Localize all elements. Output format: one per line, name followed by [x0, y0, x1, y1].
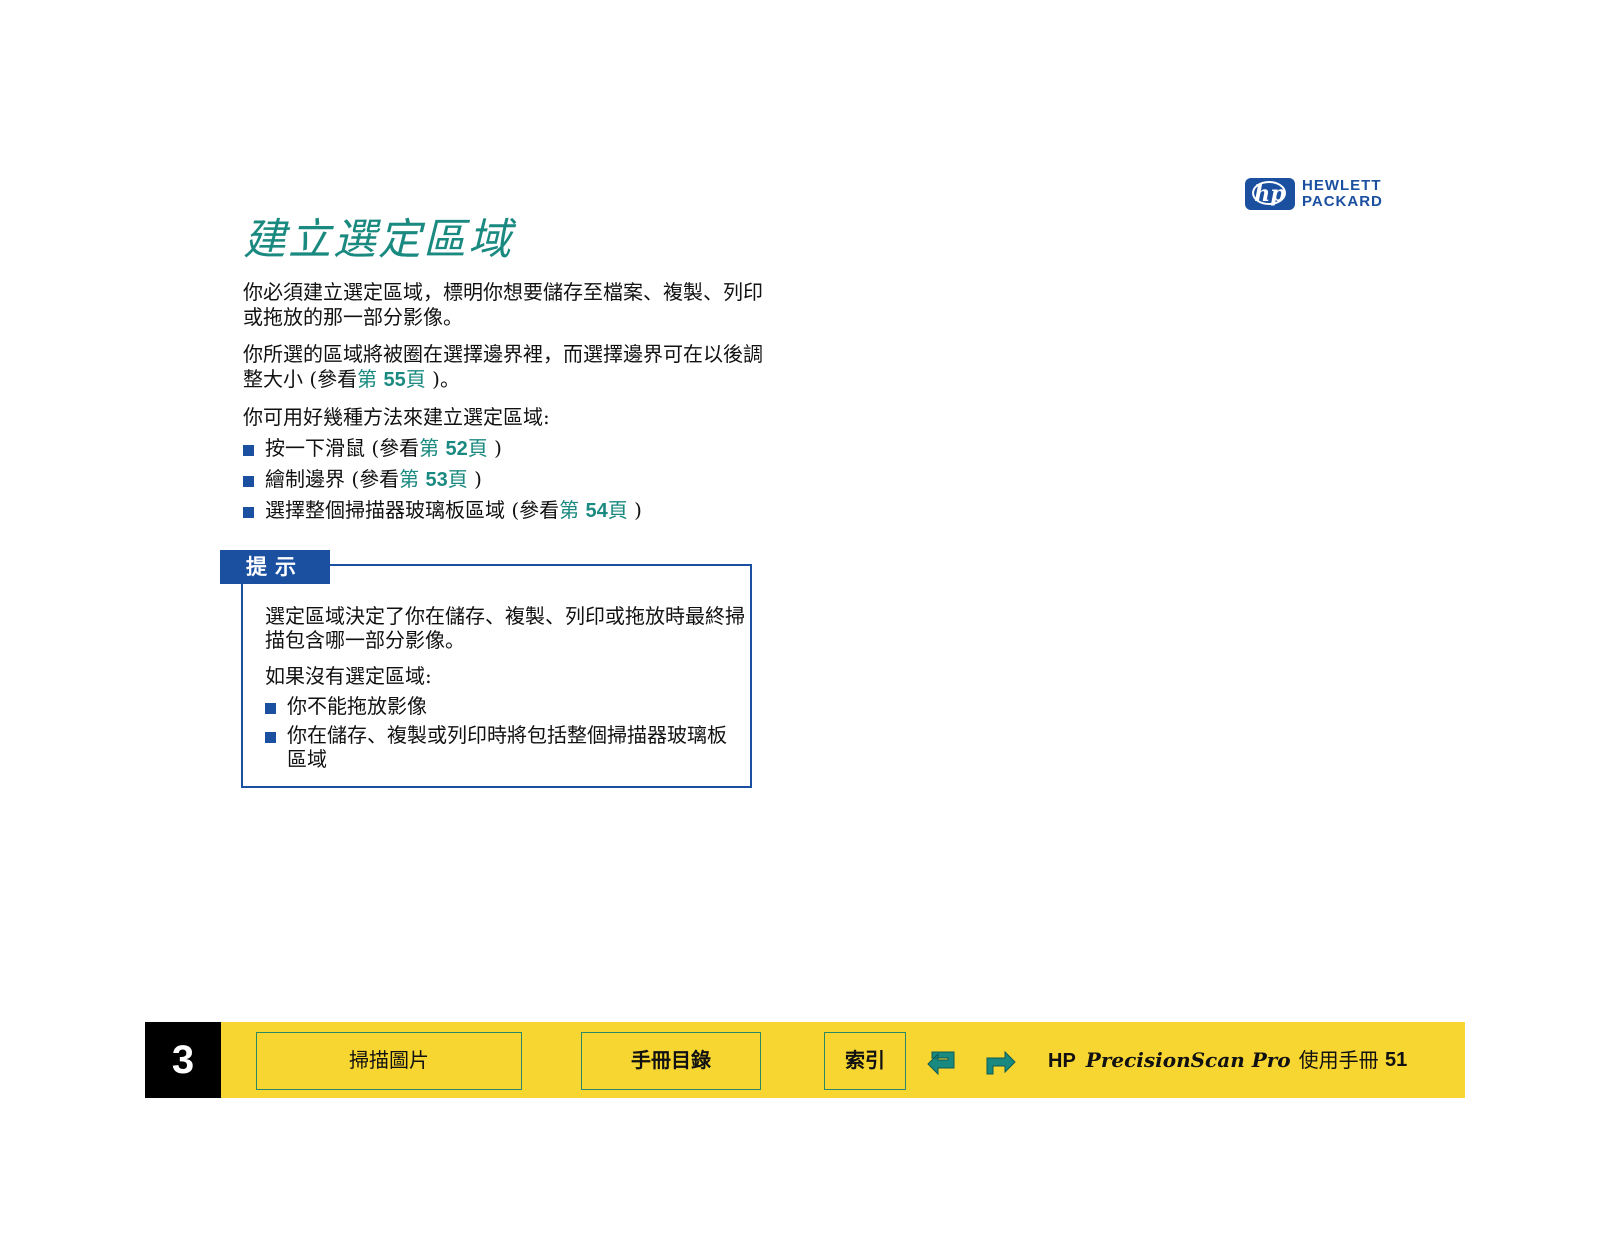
ref-num: 55: [383, 369, 406, 391]
hp-logo-text: HEWLETT PACKARD: [1302, 178, 1383, 210]
tip-body: 選定區域決定了你在儲存、複製、列印或拖放時最終掃描包含哪一部分影像。 如果沒有選…: [265, 604, 745, 776]
methods-intro: 你可用好幾種方法來建立選定區域:: [243, 405, 550, 429]
ref-prefix: 第: [419, 436, 440, 460]
method-tail: ): [627, 498, 642, 522]
ref-num: 54: [585, 500, 608, 522]
method-tail: ): [487, 436, 502, 460]
ref-prefix: 第: [399, 467, 420, 491]
page-title: 建立選定區域: [243, 215, 513, 265]
tip-list: 你不能拖放影像 你在儲存、複製或列印時將包括整個掃描器玻璃板區域: [265, 694, 745, 771]
nav-scan-images-button[interactable]: 掃描圖片: [256, 1032, 522, 1090]
forward-arrow-icon[interactable]: [983, 1046, 1019, 1080]
method-tail: ): [467, 467, 482, 491]
tip-paragraph-2: 如果沒有選定區域:: [265, 664, 432, 688]
tip-paragraph-1: 選定區域決定了你在儲存、複製、列印或拖放時最終掃描包含哪一部分影像。: [265, 604, 745, 652]
method-item: 按一下滑鼠 (參看第 52頁 ): [243, 436, 763, 462]
page-ref-52[interactable]: 第 52頁: [419, 436, 488, 460]
brand-hp: HP: [1048, 1050, 1076, 1072]
main-content: 你必須建立選定區域，標明你想要儲存至檔案、複製、列印或拖放的那一部分影像。 你所…: [243, 280, 763, 529]
page-ref-55[interactable]: 第 55頁: [357, 367, 426, 391]
product-name: PrecisionScan Pro: [1085, 1048, 1291, 1072]
chapter-number: 3: [145, 1022, 221, 1098]
manual-label: 使用手冊: [1298, 1048, 1379, 1072]
back-arrow-icon[interactable]: [924, 1046, 960, 1080]
method-item: 繪制邊界 (參看第 53頁 ): [243, 467, 763, 493]
manual-title: HP PrecisionScan Pro 使用手冊: [1048, 1022, 1379, 1098]
ref-prefix: 第: [559, 498, 580, 522]
hp-logo: hp HEWLETT PACKARD: [1245, 178, 1405, 214]
page-number: 51: [1385, 1049, 1408, 1071]
tip-item: 你不能拖放影像: [265, 694, 745, 718]
method-text: 按一下滑鼠 (參看: [265, 436, 420, 460]
tip-label: 提示: [220, 550, 330, 584]
resize-paragraph: 你所選的區域將被圈在選擇邊界裡，而選擇邊界可在以後調整大小 (參看第 55頁 )…: [243, 342, 763, 393]
ref-num: 53: [425, 469, 448, 491]
resize-text: 你所選的區域將被圈在選擇邊界裡，而選擇邊界可在以後調整大小 (參看: [243, 342, 763, 391]
ref-num: 52: [445, 438, 468, 460]
footer-bar: 3 掃描圖片 手冊目錄 索引 HP PrecisionScan Pro 使用手冊 5…: [145, 1022, 1465, 1098]
ref-suffix: 頁: [405, 367, 426, 391]
nav-index-button[interactable]: 索引: [824, 1032, 906, 1090]
methods-list: 按一下滑鼠 (參看第 52頁 ) 繪制邊界 (參看第 53頁 ) 選擇整個掃描器…: [243, 436, 763, 524]
logo-line-1: HEWLETT: [1302, 177, 1382, 194]
nav-contents-button[interactable]: 手冊目錄: [581, 1032, 761, 1090]
ref-prefix: 第: [357, 367, 378, 391]
method-item: 選擇整個掃描器玻璃板區域 (參看第 54頁 ): [243, 498, 763, 524]
page-ref-54[interactable]: 第 54頁: [559, 498, 628, 522]
ref-suffix: 頁: [447, 467, 468, 491]
intro-paragraph: 你必須建立選定區域，標明你想要儲存至檔案、複製、列印或拖放的那一部分影像。: [243, 280, 763, 329]
tip-item: 你在儲存、複製或列印時將包括整個掃描器玻璃板區域: [265, 723, 745, 771]
hp-logo-mark: hp: [1245, 178, 1295, 210]
method-text: 選擇整個掃描器玻璃板區域 (參看: [265, 498, 560, 522]
ref-suffix: 頁: [467, 436, 488, 460]
page-ref-53[interactable]: 第 53頁: [399, 467, 468, 491]
resize-tail: )。: [425, 367, 460, 391]
ref-suffix: 頁: [607, 498, 628, 522]
method-text: 繪制邊界 (參看: [265, 467, 400, 491]
logo-line-2: PACKARD: [1302, 193, 1383, 210]
